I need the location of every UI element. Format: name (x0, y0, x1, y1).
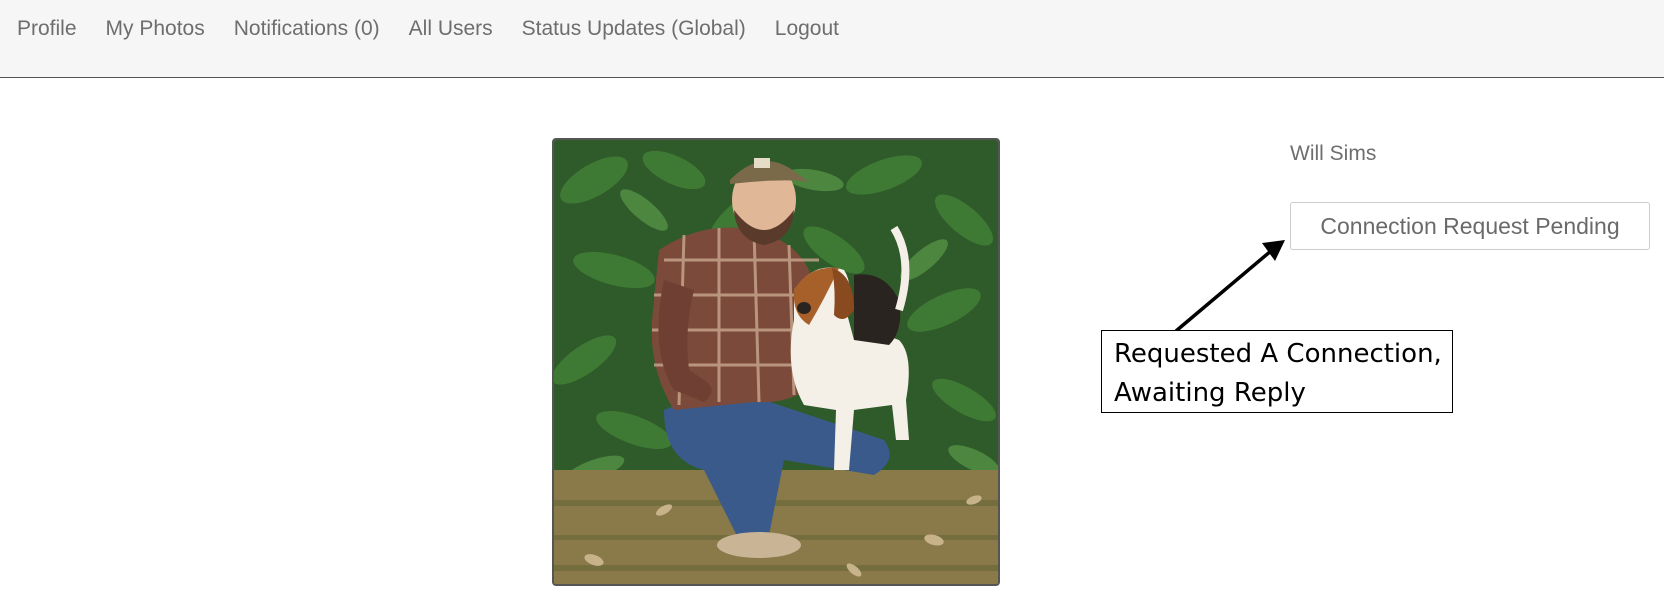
nav-all-users[interactable]: All Users (409, 17, 493, 40)
nav-status-updates[interactable]: Status Updates (Global) (522, 17, 746, 40)
annotation-callout: Requested A Connection, Awaiting Reply (1101, 330, 1453, 413)
user-name: Will Sims (1290, 142, 1377, 165)
annotation-line-1: Requested A Connection, (1114, 339, 1442, 369)
profile-photo-image (554, 140, 998, 584)
nav-my-photos[interactable]: My Photos (106, 17, 205, 40)
profile-photo (552, 138, 1000, 586)
connection-request-pending-button[interactable]: Connection Request Pending (1290, 202, 1650, 250)
top-navbar: Profile My Photos Notifications (0) All … (0, 0, 1664, 78)
nav-notifications[interactable]: Notifications (0) (234, 17, 380, 40)
annotation-line-2: Awaiting Reply (1114, 378, 1306, 408)
nav-profile[interactable]: Profile (17, 17, 77, 40)
nav-list: Profile My Photos Notifications (0) All … (17, 16, 868, 42)
nav-logout[interactable]: Logout (775, 17, 839, 40)
